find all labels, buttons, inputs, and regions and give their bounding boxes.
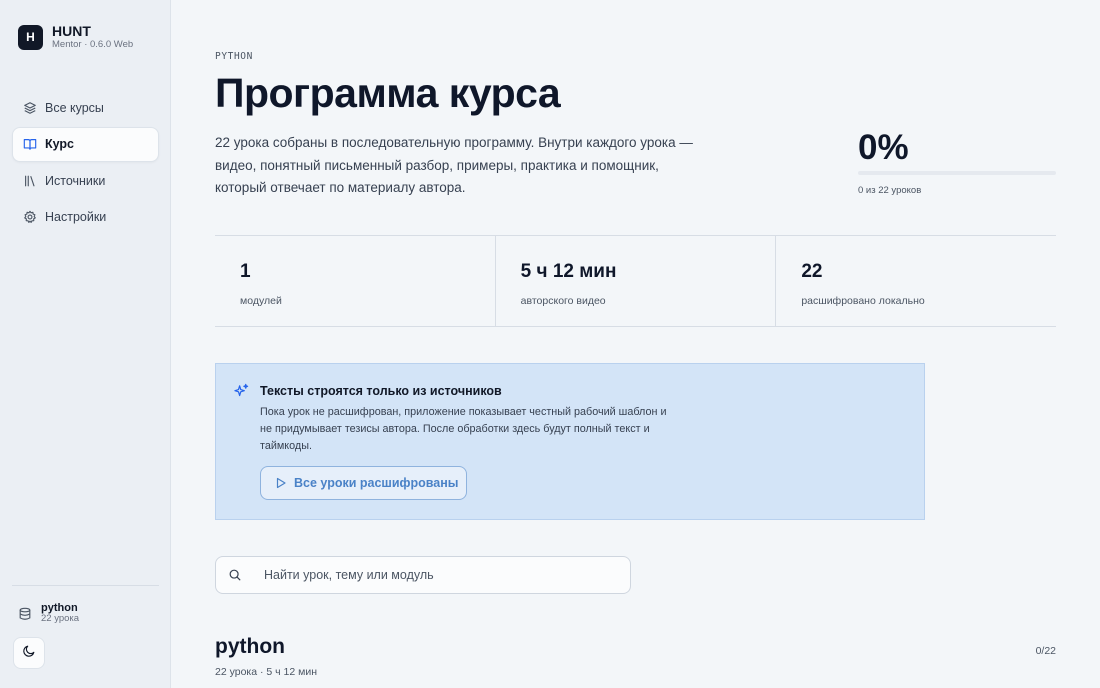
- sidebar-item-course[interactable]: Курс: [12, 126, 159, 162]
- stat-value: 1: [240, 261, 251, 282]
- stat-label: модулей: [240, 295, 282, 307]
- current-course[interactable]: python 22 урока: [18, 603, 79, 624]
- brand-version: Mentor · 0.6.0 Web: [52, 39, 134, 50]
- module-meta: 22 урока · 5 ч 12 мин: [215, 666, 318, 678]
- sidebar-item-label: Источники: [45, 173, 106, 188]
- stat-label: расшифровано локально: [801, 295, 925, 307]
- layers-icon: [23, 101, 37, 115]
- brand[interactable]: H HUNT Mentor · 0.6.0 Web: [18, 24, 133, 50]
- notice-title: Тексты строятся только из источников: [260, 384, 502, 398]
- sidebar-item-settings[interactable]: Настройки: [12, 200, 159, 235]
- play-icon: [275, 477, 287, 489]
- all-transcribed-button[interactable]: Все уроки расшифрованы: [260, 466, 467, 500]
- module-title[interactable]: python: [215, 635, 285, 659]
- page-description: 22 урока собраны в последовательную прог…: [215, 135, 693, 195]
- theme-toggle-button[interactable]: [13, 637, 45, 669]
- stat-label: авторского видео: [520, 295, 606, 307]
- sidebar-item-label: Настройки: [45, 210, 107, 224]
- sidebar-item-all-courses[interactable]: Все курсы: [12, 90, 159, 125]
- brand-name: HUNT: [52, 23, 91, 39]
- stat-value: 22: [801, 261, 823, 282]
- sidebar: H HUNT Mentor · 0.6.0 Web Все курсы Курс: [0, 0, 171, 688]
- lesson-search[interactable]: [215, 556, 631, 594]
- progress-bar: [858, 171, 1056, 175]
- stat-modules: 1 модулей: [215, 236, 495, 326]
- stat-value: 5 ч 12 мин: [520, 261, 617, 282]
- current-course-count: 22 урока: [41, 613, 80, 624]
- database-icon: [18, 607, 32, 621]
- sources-notice: Тексты строятся только из источников Пок…: [215, 363, 925, 520]
- course-eyebrow: PYTHON: [215, 51, 253, 62]
- sidebar-nav: Все курсы Курс Источники Настройки: [12, 90, 159, 236]
- page-title: Программа курса: [215, 70, 561, 116]
- stat-transcribed: 22 расшифровано локально: [775, 236, 1056, 326]
- book-open-icon: [23, 137, 37, 151]
- sidebar-item-label: Курс: [45, 137, 75, 151]
- gear-icon: [23, 210, 37, 224]
- search-icon: [228, 568, 242, 582]
- course-progress: 0% 0 из 22 уроков: [858, 128, 1056, 196]
- stat-video: 5 ч 12 мин авторского видео: [494, 236, 776, 326]
- sparkles-icon: [234, 383, 249, 398]
- moon-icon: [22, 644, 36, 663]
- notice-text: Пока урок не расшифрован, приложение пок…: [260, 406, 667, 452]
- search-input[interactable]: [264, 568, 604, 582]
- module-progress-count: 0/22: [1035, 645, 1056, 657]
- course-stats: 1 модулей 5 ч 12 мин авторского видео 22…: [215, 235, 1056, 327]
- progress-caption: 0 из 22 уроков: [858, 185, 922, 196]
- sidebar-divider: [12, 585, 159, 586]
- progress-percent: 0%: [858, 128, 909, 167]
- brand-logo: H: [18, 24, 43, 50]
- library-icon: [23, 174, 37, 188]
- sidebar-item-label: Все курсы: [45, 100, 104, 115]
- sidebar-item-sources[interactable]: Источники: [12, 163, 159, 198]
- button-label: Все уроки расшифрованы: [294, 476, 459, 490]
